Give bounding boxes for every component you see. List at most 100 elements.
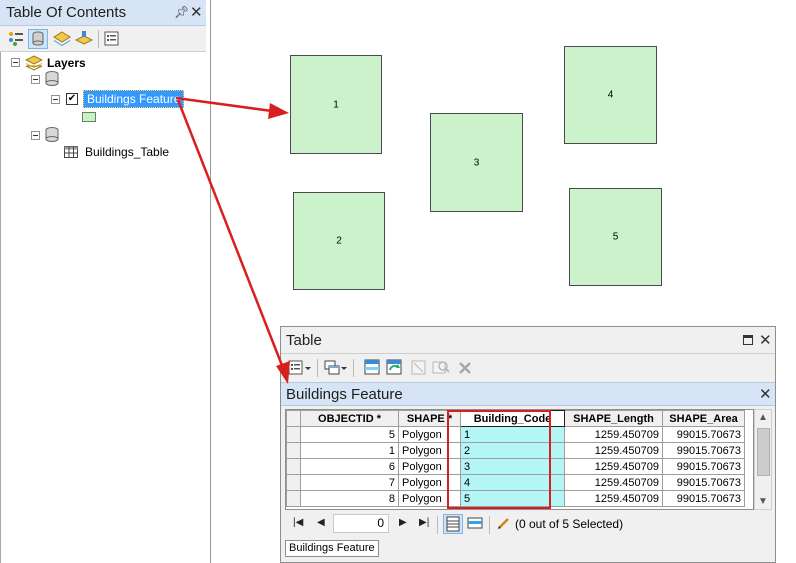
- cell-shape[interactable]: Polygon: [398, 442, 461, 459]
- cell-building-code[interactable]: 4: [460, 474, 565, 491]
- next-record-icon[interactable]: ▶: [399, 517, 407, 528]
- cell-objectid[interactable]: 8: [300, 490, 399, 507]
- column-header-building-code[interactable]: Building_Code: [460, 410, 565, 427]
- scroll-up-icon[interactable]: ▲: [758, 412, 768, 423]
- corner-cell[interactable]: [286, 410, 301, 427]
- cell-shape-area[interactable]: 99015.70673: [662, 474, 745, 491]
- switch-selection-icon[interactable]: [385, 358, 405, 378]
- table-row[interactable]: 7 Polygon 4 1259.450709 99015.70673: [286, 474, 745, 491]
- related-tables-icon[interactable]: [323, 358, 347, 378]
- cell-shape[interactable]: Polygon: [398, 426, 461, 443]
- first-record-icon[interactable]: |◀: [293, 517, 303, 528]
- table-tab-header: Buildings Feature ✕: [281, 382, 775, 406]
- cell-shape-length[interactable]: 1259.450709: [564, 474, 663, 491]
- table-toolbar: [281, 355, 775, 381]
- list-by-source-icon[interactable]: [28, 29, 48, 49]
- cell-shape-area[interactable]: 99015.70673: [662, 490, 745, 507]
- collapse-table-source-icon[interactable]: [31, 131, 40, 140]
- building-polygon[interactable]: 3: [430, 113, 523, 212]
- table-row[interactable]: 5 Polygon 1 1259.450709 99015.70673: [286, 426, 745, 443]
- toolbar-separator: [353, 359, 354, 377]
- cell-building-code[interactable]: 1: [460, 426, 565, 443]
- building-polygon[interactable]: 4: [564, 46, 657, 144]
- feature-symbol-swatch[interactable]: [82, 112, 96, 122]
- cell-shape-area[interactable]: 99015.70673: [662, 442, 745, 459]
- cell-shape[interactable]: Polygon: [398, 474, 461, 491]
- clear-selection-icon[interactable]: [409, 358, 429, 378]
- table-row[interactable]: 8 Polygon 5 1259.450709 99015.70673: [286, 490, 745, 507]
- close-icon[interactable]: ✕: [759, 387, 772, 402]
- select-by-attributes-icon[interactable]: [363, 358, 383, 378]
- database-icon: [45, 127, 59, 146]
- building-label: 2: [336, 235, 342, 247]
- previous-record-icon[interactable]: ◀: [317, 517, 325, 528]
- building-polygon[interactable]: 1: [290, 55, 382, 154]
- collapse-geodatabase-icon[interactable]: [31, 75, 40, 84]
- toolbar-separator: [437, 516, 438, 534]
- cell-objectid[interactable]: 6: [300, 458, 399, 475]
- row-selector[interactable]: [286, 458, 301, 475]
- cell-shape-length[interactable]: 1259.450709: [564, 458, 663, 475]
- attribute-grid[interactable]: OBJECTID * SHAPE * Building_Code SHAPE_L…: [285, 409, 754, 510]
- collapse-layers-icon[interactable]: [11, 58, 20, 67]
- list-by-selection-icon[interactable]: [74, 29, 94, 49]
- pin-icon[interactable]: 📌︎: [174, 5, 189, 19]
- cell-objectid[interactable]: 5: [300, 426, 399, 443]
- toc-toolbar: [0, 26, 206, 52]
- row-selector[interactable]: [286, 474, 301, 491]
- cell-shape[interactable]: Polygon: [398, 458, 461, 475]
- cell-shape-length[interactable]: 1259.450709: [564, 490, 663, 507]
- table-row[interactable]: 6 Polygon 3 1259.450709 99015.70673: [286, 458, 745, 475]
- column-header-shape-length[interactable]: SHAPE_Length: [564, 410, 663, 427]
- cell-building-code[interactable]: 5: [460, 490, 565, 507]
- scroll-thumb[interactable]: [757, 428, 770, 476]
- close-icon[interactable]: ✕: [759, 333, 772, 348]
- cell-objectid[interactable]: 7: [300, 474, 399, 491]
- standalone-table-label[interactable]: Buildings_Table: [85, 145, 169, 159]
- cell-objectid[interactable]: 1: [300, 442, 399, 459]
- last-record-icon[interactable]: ▶|: [419, 517, 429, 528]
- record-navigation-bar: |◀ ◀ 0 ▶ ▶| (0 out of 5 Selected): [285, 512, 771, 536]
- show-all-records-icon[interactable]: [443, 514, 463, 534]
- options-icon[interactable]: [102, 29, 122, 49]
- table-title-bar: Table ✕: [281, 327, 775, 354]
- layer-table-tab[interactable]: Buildings Feature: [285, 540, 379, 557]
- current-record-input[interactable]: 0: [333, 514, 389, 533]
- attribute-table: OBJECTID * SHAPE * Building_Code SHAPE_L…: [286, 410, 745, 507]
- building-label: 3: [473, 157, 480, 168]
- table-icon: [64, 146, 78, 161]
- column-header-objectid[interactable]: OBJECTID *: [300, 410, 399, 427]
- table-row[interactable]: 1 Polygon 2 1259.450709 99015.70673: [286, 442, 745, 459]
- delete-selected-icon[interactable]: [455, 358, 475, 378]
- cell-building-code[interactable]: 2: [460, 442, 565, 459]
- cell-building-code[interactable]: 3: [460, 458, 565, 475]
- row-selector[interactable]: [286, 442, 301, 459]
- table-options-icon[interactable]: [287, 358, 311, 378]
- list-by-drawing-order-icon[interactable]: [6, 29, 26, 49]
- vertical-scrollbar[interactable]: ▲ ▼: [754, 409, 772, 510]
- cell-shape-length[interactable]: 1259.450709: [564, 442, 663, 459]
- toolbar-separator: [98, 30, 99, 48]
- row-selector[interactable]: [286, 490, 301, 507]
- maximize-icon[interactable]: [743, 335, 753, 345]
- row-selector[interactable]: [286, 426, 301, 443]
- layers-root-label[interactable]: Layers: [47, 56, 86, 70]
- feature-layer-checkbox[interactable]: ✔: [66, 93, 78, 105]
- feature-layer-label[interactable]: Buildings Feature: [83, 90, 185, 108]
- building-polygon[interactable]: 2: [293, 192, 385, 290]
- cell-shape[interactable]: Polygon: [398, 490, 461, 507]
- toc-tree: Layers ✔ Buildings Feature Buildings_Tab…: [0, 52, 206, 563]
- cell-shape-length[interactable]: 1259.450709: [564, 426, 663, 443]
- cell-shape-area[interactable]: 99015.70673: [662, 426, 745, 443]
- table-of-contents-panel: Table Of Contents 📌︎ ✕ Layers ✔ Building…: [0, 0, 206, 563]
- building-polygon[interactable]: 5: [569, 188, 662, 286]
- show-selected-records-icon[interactable]: [466, 514, 486, 534]
- collapse-feature-layer-icon[interactable]: [51, 95, 60, 104]
- close-icon[interactable]: ✕: [190, 5, 203, 20]
- cell-shape-area[interactable]: 99015.70673: [662, 458, 745, 475]
- zoom-to-selected-icon[interactable]: [431, 358, 451, 378]
- scroll-down-icon[interactable]: ▼: [758, 496, 768, 507]
- list-by-visibility-icon[interactable]: [52, 29, 72, 49]
- column-header-shape-area[interactable]: SHAPE_Area: [662, 410, 745, 427]
- column-header-shape[interactable]: SHAPE *: [398, 410, 461, 427]
